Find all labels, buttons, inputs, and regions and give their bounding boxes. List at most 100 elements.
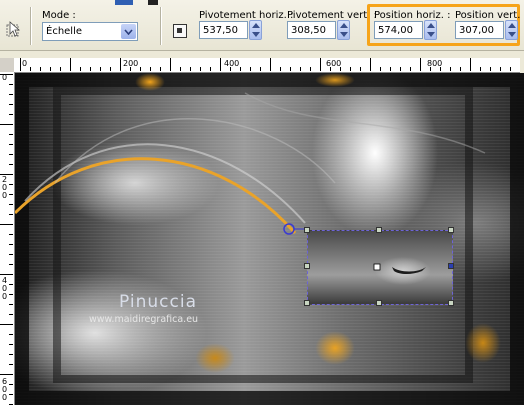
ruler-tick xyxy=(9,304,13,305)
pos-v-spinner[interactable] xyxy=(505,20,518,40)
ruler-tick xyxy=(230,67,231,71)
pos-h-label: Position horiz. : xyxy=(374,10,451,21)
rotate-handle-icon[interactable] xyxy=(282,221,304,237)
pivot-point-icon[interactable] xyxy=(173,24,187,38)
ruler-tick xyxy=(150,67,151,71)
vertical-ruler[interactable]: 0 2 0 0 4 0 0 6 0 0 xyxy=(0,72,15,405)
ruler-tick xyxy=(9,354,13,355)
ruler-h-label: 0 xyxy=(22,59,28,68)
ruler-tick xyxy=(490,67,491,71)
transform-handle[interactable] xyxy=(448,300,454,306)
pos-v-field[interactable]: 307,00 xyxy=(455,21,504,39)
ruler-tick xyxy=(20,58,21,71)
mode-select[interactable]: Échelle xyxy=(42,22,138,41)
mode-label: Mode : xyxy=(42,10,76,21)
pos-h-field[interactable]: 574,00 xyxy=(374,21,423,39)
ruler-tick xyxy=(180,67,181,71)
horizontal-ruler[interactable]: 0 200 400 600 800 xyxy=(14,58,520,73)
ruler-tick xyxy=(260,67,261,71)
ruler-tick xyxy=(330,67,331,71)
ruler-tick xyxy=(9,104,13,105)
pick-tool-icon[interactable] xyxy=(4,20,24,40)
ruler-tick xyxy=(510,67,511,71)
pivot-v-label: Pivotement vert. : xyxy=(287,10,377,21)
pivot-h-spinner[interactable] xyxy=(249,20,262,40)
ruler-tick xyxy=(240,67,241,71)
ruler-tick xyxy=(70,58,71,71)
ruler-tick xyxy=(200,67,201,71)
ruler-tick xyxy=(370,58,371,71)
watermark-url: www.maidiregrafica.eu xyxy=(89,314,199,325)
transform-handle[interactable] xyxy=(376,300,382,306)
ruler-tick xyxy=(9,344,13,345)
ruler-tick xyxy=(0,324,13,325)
ruler-tick xyxy=(500,67,501,71)
ruler-tick xyxy=(9,134,13,135)
ruler-tick xyxy=(210,67,211,71)
ruler-tick xyxy=(50,67,51,71)
ruler-tick xyxy=(9,334,13,335)
ruler-tick xyxy=(350,67,351,71)
transform-handle[interactable] xyxy=(304,263,310,269)
pivot-v-value: 308,50 xyxy=(291,25,326,36)
ruler-tick xyxy=(9,94,13,95)
pivot-v-spinner[interactable] xyxy=(337,20,350,40)
transform-handle[interactable] xyxy=(448,227,454,233)
ruler-tick xyxy=(110,67,111,71)
ruler-tick xyxy=(380,67,381,71)
ruler-tick xyxy=(90,67,91,71)
ruler-tick xyxy=(480,67,481,71)
ruler-tick xyxy=(30,67,31,71)
ruler-tick xyxy=(0,374,13,375)
ruler-corner xyxy=(0,58,14,72)
transform-handle[interactable] xyxy=(448,263,454,269)
transform-handle[interactable] xyxy=(376,227,382,233)
separator xyxy=(30,7,32,45)
ruler-tick xyxy=(390,67,391,71)
ruler-tick xyxy=(80,67,81,71)
ruler-tick xyxy=(290,67,291,71)
pivot-v-field[interactable]: 308,50 xyxy=(287,21,336,39)
toolbar-top-button-2[interactable] xyxy=(148,0,158,5)
ruler-tick xyxy=(280,67,281,71)
ruler-tick xyxy=(9,214,13,215)
ruler-tick xyxy=(0,74,13,75)
ruler-tick xyxy=(9,154,13,155)
ruler-v-label: 0 xyxy=(2,73,8,82)
ruler-tick xyxy=(420,58,421,71)
ruler-tick xyxy=(40,67,41,71)
pos-h-value: 574,00 xyxy=(378,25,413,36)
ruler-tick xyxy=(160,67,161,71)
ruler-tick xyxy=(9,194,13,195)
ruler-tick xyxy=(190,67,191,71)
ruler-tick xyxy=(140,67,141,71)
ruler-v-label: 4 0 0 xyxy=(2,276,8,301)
pos-h-spinner[interactable] xyxy=(424,20,437,40)
ruler-tick xyxy=(320,58,321,71)
mode-select-value: Échelle xyxy=(46,26,83,37)
selected-layer[interactable] xyxy=(307,230,453,305)
pivot-h-field[interactable]: 537,50 xyxy=(199,21,248,39)
ruler-tick xyxy=(9,114,13,115)
watermark-name: Pinuccia xyxy=(119,292,197,312)
ruler-v-label: 2 0 0 xyxy=(2,175,8,200)
chevron-down-icon[interactable] xyxy=(121,24,136,39)
transform-handle[interactable] xyxy=(304,227,310,233)
ruler-tick xyxy=(9,284,13,285)
ruler-v-label: 6 0 0 xyxy=(2,377,8,402)
transform-handle[interactable] xyxy=(304,300,310,306)
ruler-tick xyxy=(9,264,13,265)
ruler-tick xyxy=(410,67,411,71)
ruler-tick xyxy=(9,184,13,185)
ruler-tick xyxy=(130,67,131,71)
ruler-tick xyxy=(340,67,341,71)
ruler-tick xyxy=(9,254,13,255)
ruler-tick xyxy=(9,164,13,165)
ruler-tick xyxy=(430,67,431,71)
toolbar-top-button[interactable] xyxy=(115,0,133,5)
ruler-tick xyxy=(360,67,361,71)
ruler-tick xyxy=(9,204,13,205)
image-canvas[interactable]: Pinuccia www.maidiregrafica.eu xyxy=(15,73,524,405)
ruler-tick xyxy=(0,174,13,175)
ruler-h-label: 400 xyxy=(224,59,240,68)
